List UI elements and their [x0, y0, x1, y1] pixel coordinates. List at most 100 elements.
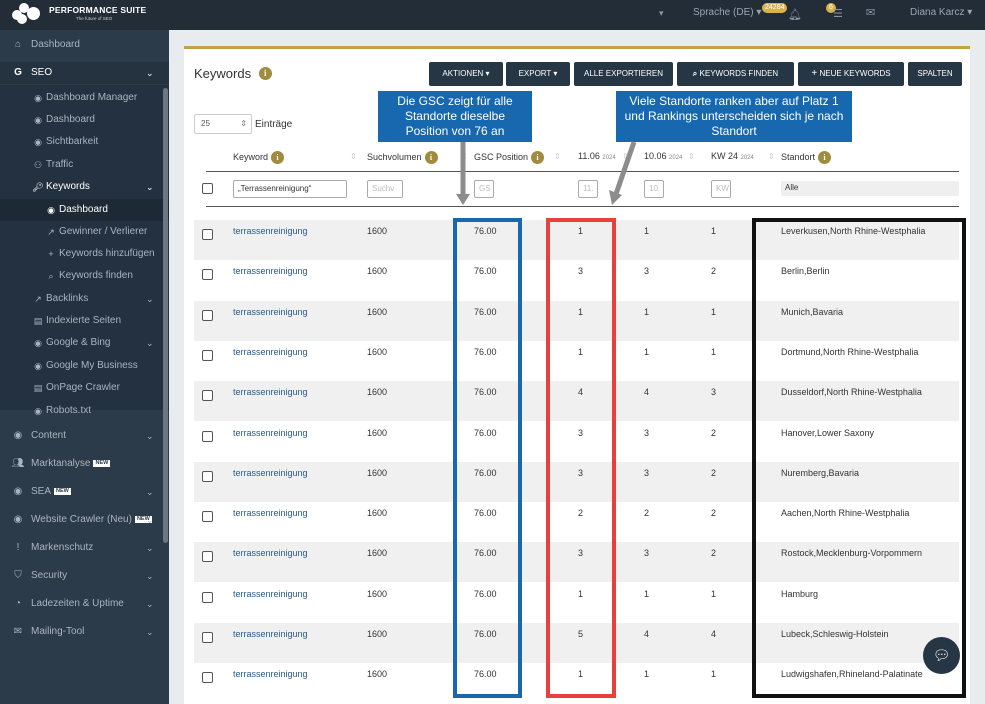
- row-checkbox[interactable]: [202, 591, 213, 603]
- sidebar-item-indexierte-seiten[interactable]: ▤ Indexierte Seiten: [0, 310, 169, 332]
- col-header-volume[interactable]: Suchvolumen i: [367, 151, 438, 164]
- keyword-link[interactable]: terrassenreinigung: [233, 468, 308, 478]
- keyword-link[interactable]: terrassenreinigung: [233, 669, 308, 679]
- keyword-link[interactable]: terrassenreinigung: [233, 347, 308, 357]
- row-checkbox[interactable]: [202, 632, 213, 643]
- row-checkbox[interactable]: [202, 551, 213, 563]
- sort-icon[interactable]: ⇕: [688, 152, 695, 161]
- row-checkbox[interactable]: [202, 430, 213, 442]
- info-icon[interactable]: i: [271, 151, 285, 164]
- sidebar-item-markenschutz[interactable]: ! Markenschutz ⌄: [0, 537, 169, 559]
- info-icon[interactable]: i: [258, 67, 272, 80]
- row-checkbox[interactable]: [202, 269, 213, 281]
- col-header-keyword[interactable]: Keyword i: [233, 151, 285, 164]
- sidebar-item-robots[interactable]: ◉ Robots.txt: [0, 400, 169, 422]
- info-icon[interactable]: i: [531, 151, 545, 164]
- col-header-date1[interactable]: 11.06 2024: [578, 151, 616, 161]
- sort-icon[interactable]: ⇕: [768, 152, 775, 161]
- chevron-down-icon[interactable]: ▾: [659, 8, 664, 19]
- bell-icon[interactable]: 🔔︎: [788, 8, 802, 21]
- sidebar-item-mailing-tool[interactable]: ✉ Mailing-Tool ⌄: [0, 621, 169, 643]
- chevron-down-icon: ⌄: [146, 627, 154, 637]
- export-button[interactable]: EXPORT ▾: [506, 62, 570, 86]
- sidebar-item-label: Backlinks: [46, 293, 89, 304]
- sort-icon[interactable]: ⇕: [461, 152, 468, 161]
- keyword-link[interactable]: terrassenreinigung: [233, 307, 308, 317]
- sidebar-item-ladezeiten[interactable]: ◔ Ladezeiten & Uptime ⌄: [0, 593, 169, 615]
- google-icon: ◉: [34, 361, 42, 371]
- sidebar-item-gewinner[interactable]: ↗ Gewinner / Verlierer: [0, 221, 169, 243]
- sidebar-scrollbar[interactable]: [163, 88, 168, 543]
- keyword-link[interactable]: terrassenreinigung: [233, 226, 308, 236]
- row-checkbox[interactable]: [202, 672, 213, 684]
- col-header-date2[interactable]: 10.06 2024: [644, 151, 682, 161]
- gsc-filter-input[interactable]: GS: [474, 180, 494, 198]
- sort-icon[interactable]: ⇕: [350, 152, 357, 161]
- actions-button[interactable]: AKTIONEN ▾: [429, 62, 503, 86]
- sidebar-item-dashboard-manager[interactable]: ◉ Dashboard Manager: [0, 87, 169, 109]
- date2-filter-input[interactable]: 10.: [644, 180, 664, 198]
- sidebar-item-keywords[interactable]: 🔑︎ Keywords ⌄: [0, 176, 169, 198]
- col-header-gsc[interactable]: GSC Position i: [474, 151, 545, 164]
- sidebar-item-seo[interactable]: G SEO ⌄: [0, 62, 169, 84]
- row-checkbox[interactable]: [202, 349, 213, 361]
- col-header-location[interactable]: Standort i: [781, 151, 832, 164]
- sidebar-item-google-my-business[interactable]: ◉ Google My Business: [0, 355, 169, 377]
- sort-icon[interactable]: ⇕: [554, 152, 561, 161]
- col-header-year: 2024: [669, 155, 683, 161]
- entries-select[interactable]: 25 ⇕: [194, 114, 252, 134]
- location-filter-select[interactable]: Alle: [781, 181, 959, 196]
- tasks-icon[interactable]: ☰: [833, 7, 843, 20]
- keyword-link[interactable]: terrassenreinigung: [233, 589, 308, 599]
- gsc-callout: Die GSC zeigt für alle Standorte dieselb…: [378, 91, 532, 142]
- user-menu[interactable]: Diana Karcz ▾: [910, 7, 972, 18]
- sidebar-item-website-crawler[interactable]: ◉ Website Crawler (Neu) NEW ⌄: [0, 509, 169, 531]
- kw-filter-input[interactable]: KW: [711, 180, 731, 198]
- row-checkbox[interactable]: [202, 511, 213, 523]
- info-icon[interactable]: i: [818, 151, 832, 164]
- sidebar-item-keywords-finden[interactable]: ⌕ Keywords finden: [0, 265, 169, 287]
- keyword-link[interactable]: terrassenreinigung: [233, 387, 308, 397]
- select-all-checkbox[interactable]: [202, 183, 213, 194]
- sidebar-item-google-bing[interactable]: ◉ Google & Bing ⌄: [0, 332, 169, 354]
- columns-button[interactable]: SPALTEN: [908, 62, 962, 86]
- keyword-link[interactable]: terrassenreinigung: [233, 548, 308, 558]
- chat-icon[interactable]: 💬︎: [923, 637, 960, 674]
- sidebar-item-traffic[interactable]: ⚇ Traffic: [0, 154, 169, 176]
- export-all-button[interactable]: ALLE EXPORTIEREN: [574, 62, 673, 86]
- sidebar-item-keywords-hinzufuegen[interactable]: + Keywords hinzufügen: [0, 243, 169, 265]
- home-icon: ⌂: [14, 39, 22, 50]
- row-checkbox[interactable]: [202, 470, 213, 482]
- sidebar-item-seo-dashboard[interactable]: ◉ Dashboard: [0, 109, 169, 131]
- col-header-kw[interactable]: KW 24 2024: [711, 151, 754, 161]
- sidebar-item-marktanalyse[interactable]: 👥︎ Marktanalyse NEW: [0, 453, 169, 475]
- mail-icon[interactable]: ✉: [866, 6, 875, 19]
- sidebar-item-content[interactable]: ◉ Content ⌄: [0, 425, 169, 447]
- keyword-link[interactable]: terrassenreinigung: [233, 266, 308, 276]
- date1-filter-input[interactable]: 11.: [578, 180, 598, 198]
- sidebar-item-label: Google My Business: [46, 360, 138, 371]
- find-keywords-button[interactable]: ⌕ KEYWORDS FINDEN: [677, 62, 794, 86]
- volume-filter-input[interactable]: Suchv: [367, 180, 403, 198]
- sidebar-item-backlinks[interactable]: ↗ Backlinks ⌄: [0, 288, 169, 310]
- keyword-filter-input[interactable]: „Terrassenreinigung“: [233, 180, 347, 198]
- sidebar-item-sichtbarkeit[interactable]: ◉ Sichtbarkeit: [0, 131, 169, 153]
- sidebar-item-sea[interactable]: ◉ SEA NEW ⌄: [0, 481, 169, 503]
- logo-icon[interactable]: [12, 3, 42, 25]
- traffic-icon: ⚇: [33, 160, 43, 170]
- keyword-link[interactable]: terrassenreinigung: [233, 428, 308, 438]
- volume-cell: 1600: [367, 548, 388, 559]
- new-keywords-button[interactable]: + NEUE KEYWORDS: [798, 62, 904, 86]
- sidebar-item-dashboard[interactable]: ⌂ Dashboard: [0, 34, 169, 56]
- row-checkbox[interactable]: [202, 390, 213, 402]
- sort-icon[interactable]: ⇕: [622, 152, 629, 161]
- sidebar-item-onpage-crawler[interactable]: ▤ OnPage Crawler: [0, 377, 169, 399]
- row-checkbox[interactable]: [202, 229, 213, 240]
- info-icon[interactable]: i: [424, 151, 438, 164]
- sidebar-item-security[interactable]: ⛉ Security ⌄: [0, 565, 169, 587]
- row-checkbox[interactable]: [202, 309, 213, 321]
- keyword-link[interactable]: terrassenreinigung: [233, 629, 308, 639]
- keyword-link[interactable]: terrassenreinigung: [233, 508, 308, 518]
- sidebar-item-keywords-dashboard[interactable]: ◉ Dashboard: [0, 199, 169, 221]
- language-select[interactable]: Sprache (DE) ▾: [693, 7, 761, 18]
